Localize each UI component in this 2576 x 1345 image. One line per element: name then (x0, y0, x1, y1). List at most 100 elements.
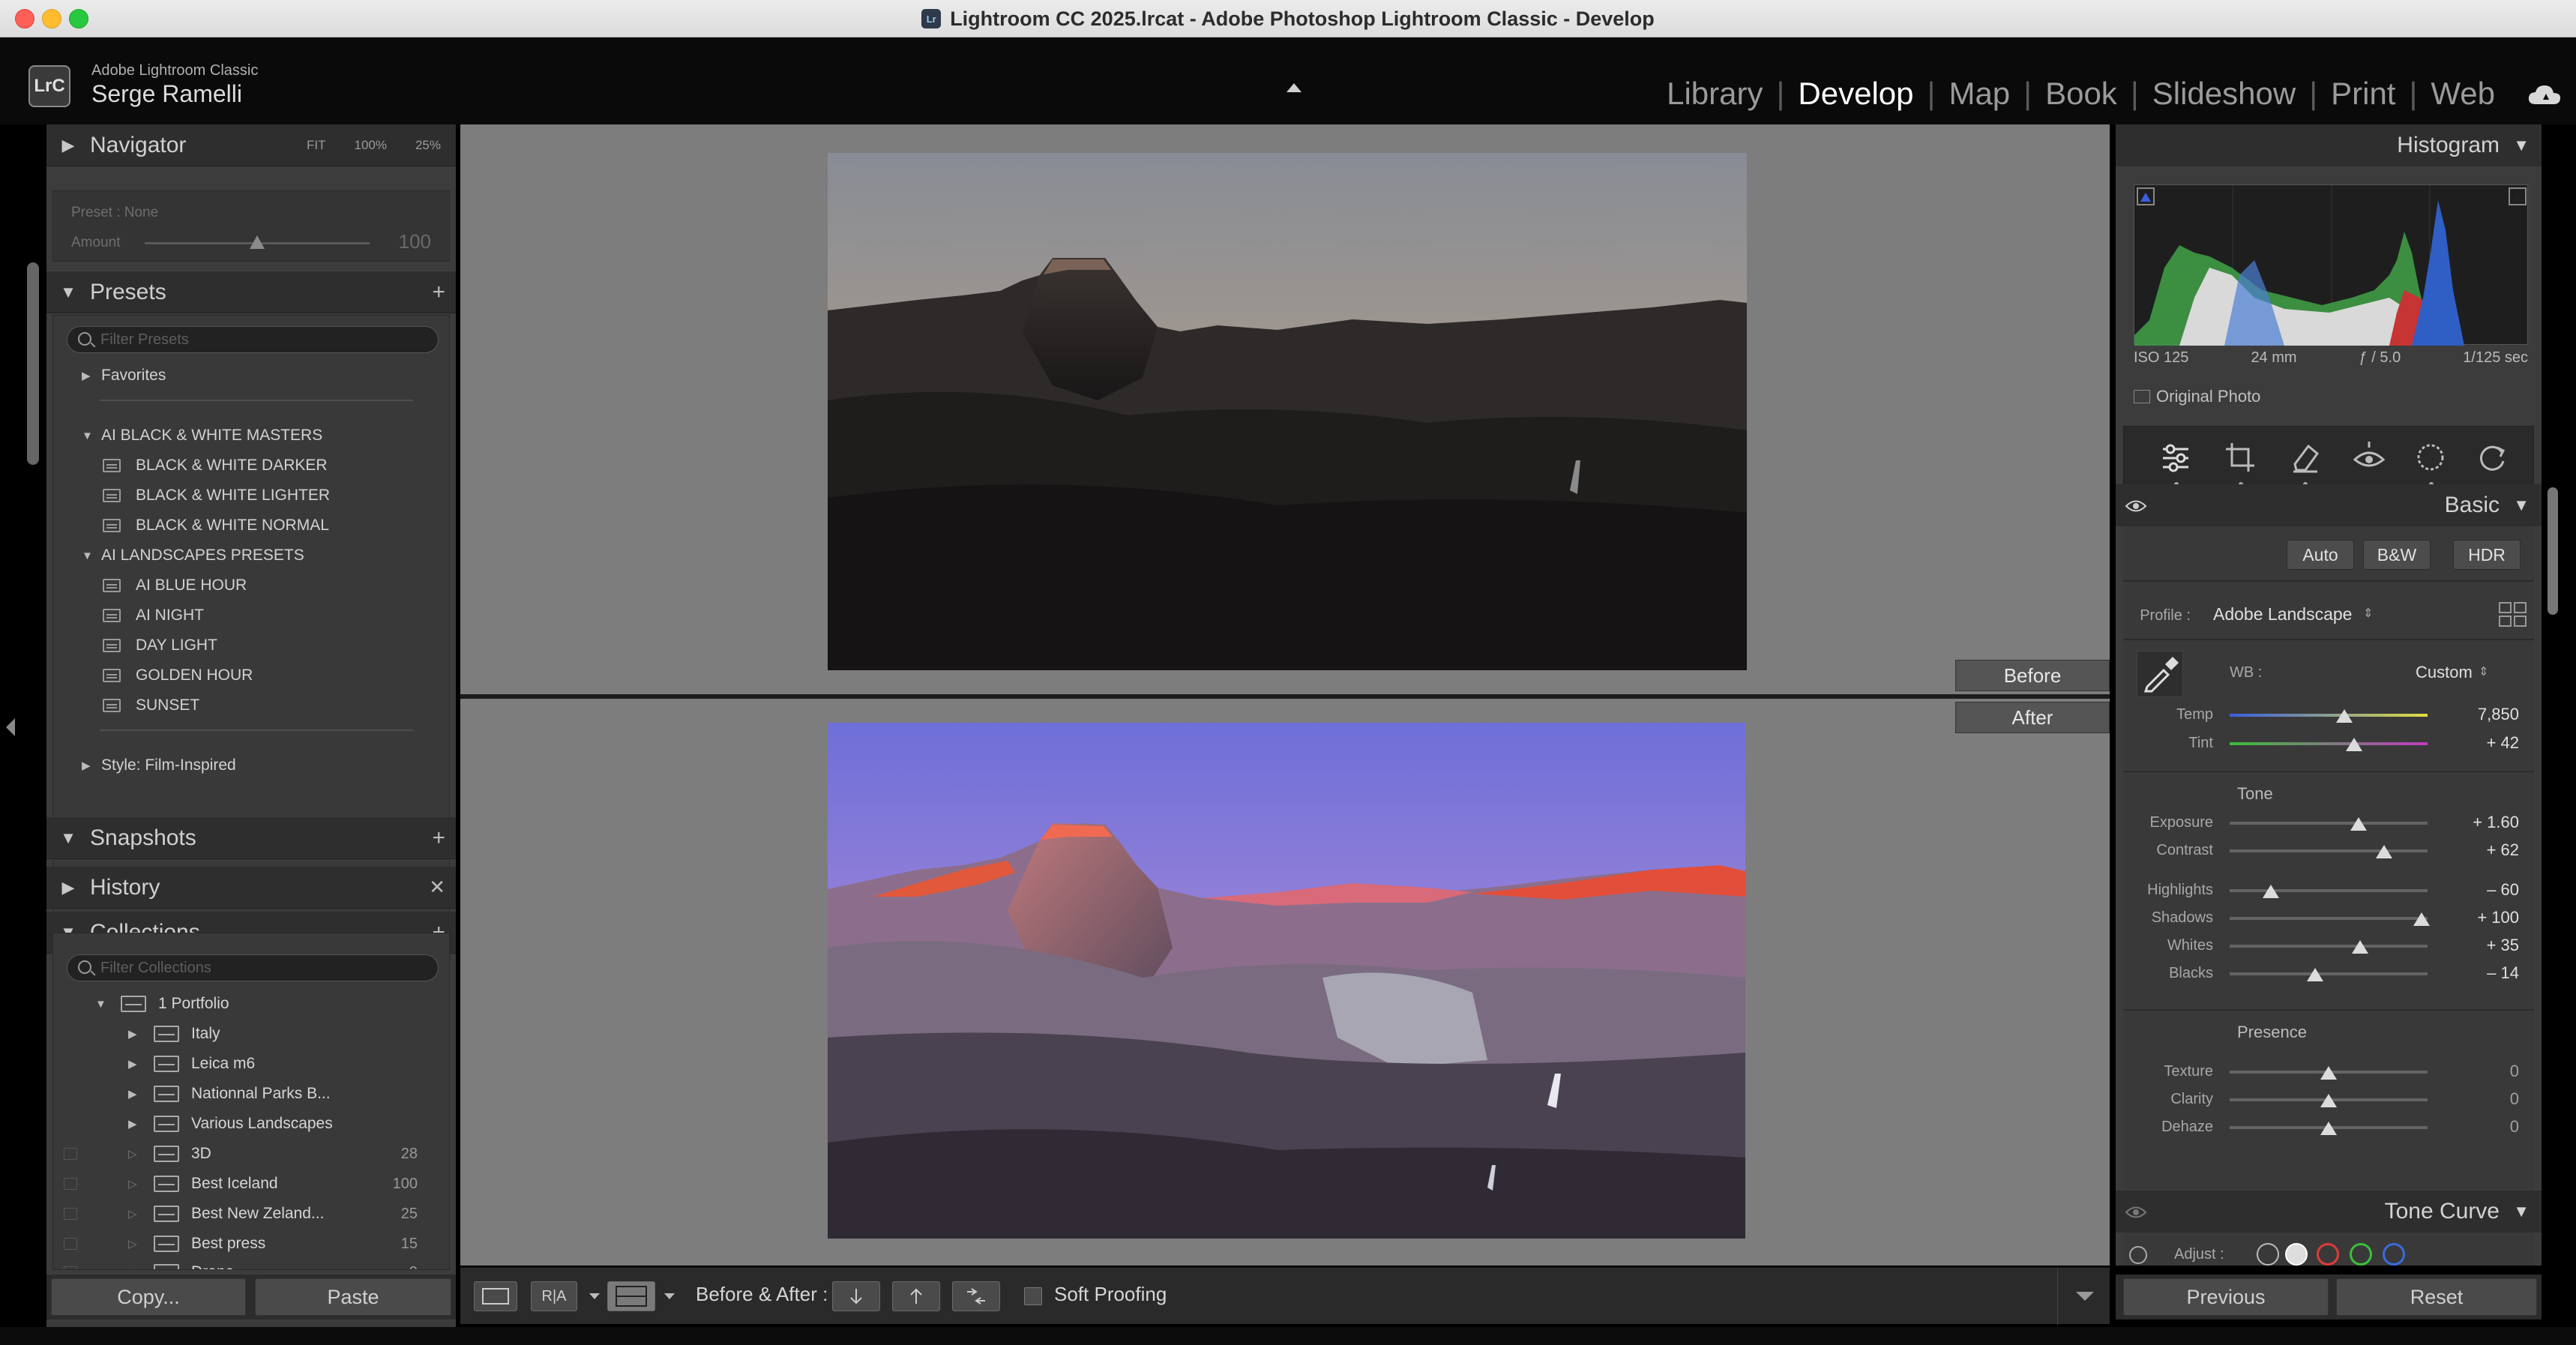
eraser-icon[interactable] (2286, 439, 2323, 476)
blue-channel-icon[interactable] (2383, 1243, 2405, 1266)
exposure-slider-track[interactable] (2230, 822, 2428, 825)
profile-select-arrows-icon[interactable]: ⇕ (2363, 606, 2373, 621)
auto-button[interactable]: Auto (2287, 540, 2354, 570)
temp-value[interactable]: 7,850 (2429, 705, 2519, 724)
tint-slider-thumb[interactable] (2346, 738, 2363, 751)
highlights-slider-thumb[interactable] (2263, 885, 2280, 898)
tint-slider-track[interactable] (2230, 742, 2428, 745)
dehaze-value[interactable]: 0 (2429, 1117, 2519, 1137)
clarity-value[interactable]: 0 (2429, 1089, 2519, 1109)
preset-group-landscapes[interactable]: ▼ AI LANDSCAPES PRESETS (53, 541, 451, 571)
exposure-value[interactable]: + 1.60 (2429, 813, 2519, 832)
white-balance-eyedropper-icon[interactable] (2137, 651, 2183, 697)
before-photo[interactable] (828, 153, 1747, 670)
highlights-slider-track[interactable] (2230, 889, 2428, 892)
preset-item[interactable]: BLACK & WHITE NORMAL (53, 511, 451, 541)
top-panel-toggle-icon[interactable] (1287, 83, 1301, 92)
contrast-slider-track[interactable] (2230, 849, 2428, 852)
filter-presets-field[interactable] (67, 326, 439, 353)
dropdown-arrow-icon[interactable] (664, 1293, 675, 1299)
preset-item[interactable]: DAY LIGHT (53, 631, 451, 661)
texture-value[interactable]: 0 (2429, 1062, 2519, 1081)
toolbar-content-menu[interactable] (2057, 1268, 2110, 1325)
temp-slider-thumb[interactable] (2336, 709, 2353, 723)
preset-group-style[interactable]: ▶ Style: Film-Inspired (53, 750, 451, 780)
collection-item[interactable]: ▷ Best Iceland 100 (53, 1169, 449, 1199)
green-channel-icon[interactable] (2350, 1243, 2372, 1266)
crop-icon[interactable] (2221, 439, 2259, 476)
histogram[interactable] (2134, 184, 2528, 346)
eye-visibility-icon[interactable] (2125, 1201, 2147, 1218)
whites-slider-track[interactable] (2230, 945, 2428, 948)
tint-value[interactable]: + 42 (2429, 733, 2519, 753)
contrast-slider-thumb[interactable] (2375, 845, 2392, 858)
soft-proofing-checkbox[interactable] (1024, 1287, 1042, 1305)
target-adjust-icon[interactable] (2129, 1246, 2147, 1264)
module-develop[interactable]: Develop (1784, 76, 1927, 112)
navigator-header[interactable]: ▶ Navigator FIT 100% 25% (46, 124, 456, 166)
profile-select[interactable]: Adobe Landscape (2213, 604, 2352, 625)
target-checkbox[interactable] (64, 1208, 77, 1220)
left-panel-scrollbar[interactable] (27, 262, 39, 465)
add-snapshot-icon[interactable]: + (432, 825, 445, 851)
blacks-value[interactable]: – 14 (2429, 963, 2519, 983)
module-slideshow[interactable]: Slideshow (2139, 76, 2309, 112)
preset-group-favorites[interactable]: ▶ Favorites (53, 361, 451, 391)
highlights-value[interactable]: – 60 (2429, 880, 2519, 900)
histogram-header[interactable]: Histogram ▼ (2116, 124, 2542, 166)
filter-presets-input[interactable] (100, 330, 415, 349)
copy-settings-button[interactable]: Copy... (51, 1278, 246, 1316)
module-web[interactable]: Web (2417, 76, 2509, 112)
collection-set[interactable]: ▶ Various Landscapes (53, 1109, 449, 1139)
swap-before-after-button[interactable] (952, 1281, 1000, 1311)
presets-header[interactable]: ▼ Presets + (46, 271, 456, 313)
paste-settings-button[interactable]: Paste (255, 1278, 451, 1316)
target-checkbox[interactable] (64, 1178, 77, 1190)
edit-sliders-icon[interactable] (2157, 439, 2194, 476)
clear-history-icon[interactable]: ✕ (429, 876, 445, 899)
point-curve-white-icon[interactable] (2285, 1243, 2308, 1266)
shadows-value[interactable]: + 100 (2429, 908, 2519, 927)
preset-item[interactable]: GOLDEN HOUR (53, 661, 451, 690)
collection-item[interactable]: ▷ Best press 15 (53, 1229, 449, 1259)
cloud-sync-icon[interactable] (2527, 83, 2563, 107)
add-preset-icon[interactable]: + (432, 280, 445, 305)
preset-item[interactable]: AI NIGHT (53, 601, 451, 631)
filter-collections-field[interactable] (67, 954, 439, 981)
hdr-button[interactable]: HDR (2453, 540, 2521, 570)
after-photo[interactable] (828, 723, 1745, 1239)
left-panel-collapse-icon[interactable] (6, 718, 15, 736)
original-photo-checkbox[interactable] (2134, 390, 2150, 403)
filter-collections-input[interactable] (100, 958, 415, 978)
target-checkbox[interactable] (64, 1266, 77, 1269)
zoom-100-option[interactable]: 100% (354, 138, 386, 153)
right-panel-scrollbar[interactable] (2548, 487, 2558, 615)
red-channel-icon[interactable] (2317, 1243, 2339, 1266)
exposure-slider-thumb[interactable] (2350, 817, 2367, 831)
collection-item[interactable]: ▷ Best New Zeland... 25 (53, 1199, 449, 1229)
parametric-curve-icon[interactable] (2257, 1243, 2279, 1266)
target-checkbox[interactable] (64, 1238, 77, 1250)
module-library[interactable]: Library (1653, 76, 1776, 112)
before-after-view-button[interactable]: R|A (531, 1281, 577, 1311)
red-eye-icon[interactable] (2350, 439, 2388, 476)
original-photo-toggle[interactable]: Original Photo (2134, 387, 2260, 406)
presets-refresh-icon[interactable] (2473, 439, 2511, 476)
preset-item[interactable]: SUNSET (53, 690, 451, 720)
copy-after-to-before-button[interactable] (892, 1281, 940, 1311)
blacks-slider-track[interactable] (2230, 972, 2428, 975)
wb-select-arrows-icon[interactable]: ⇕ (2479, 664, 2488, 679)
loupe-view-button[interactable] (474, 1281, 517, 1311)
collection-set[interactable]: ▶ Leica m6 (53, 1049, 449, 1079)
temp-slider-track[interactable] (2230, 714, 2428, 717)
profile-browser-grid-icon[interactable] (2498, 601, 2528, 628)
collection-set-portfolio[interactable]: ▼ 1 Portfolio (53, 989, 449, 1019)
bw-button[interactable]: B&W (2363, 540, 2431, 570)
copy-before-to-after-button[interactable] (832, 1281, 880, 1311)
before-after-top-bottom-button[interactable] (607, 1281, 655, 1311)
amount-slider-thumb[interactable] (250, 235, 265, 249)
collection-set[interactable]: ▶ Italy (53, 1019, 449, 1049)
whites-slider-thumb[interactable] (2352, 940, 2369, 954)
dehaze-slider-thumb[interactable] (2320, 1122, 2337, 1135)
clarity-slider-thumb[interactable] (2320, 1094, 2337, 1107)
